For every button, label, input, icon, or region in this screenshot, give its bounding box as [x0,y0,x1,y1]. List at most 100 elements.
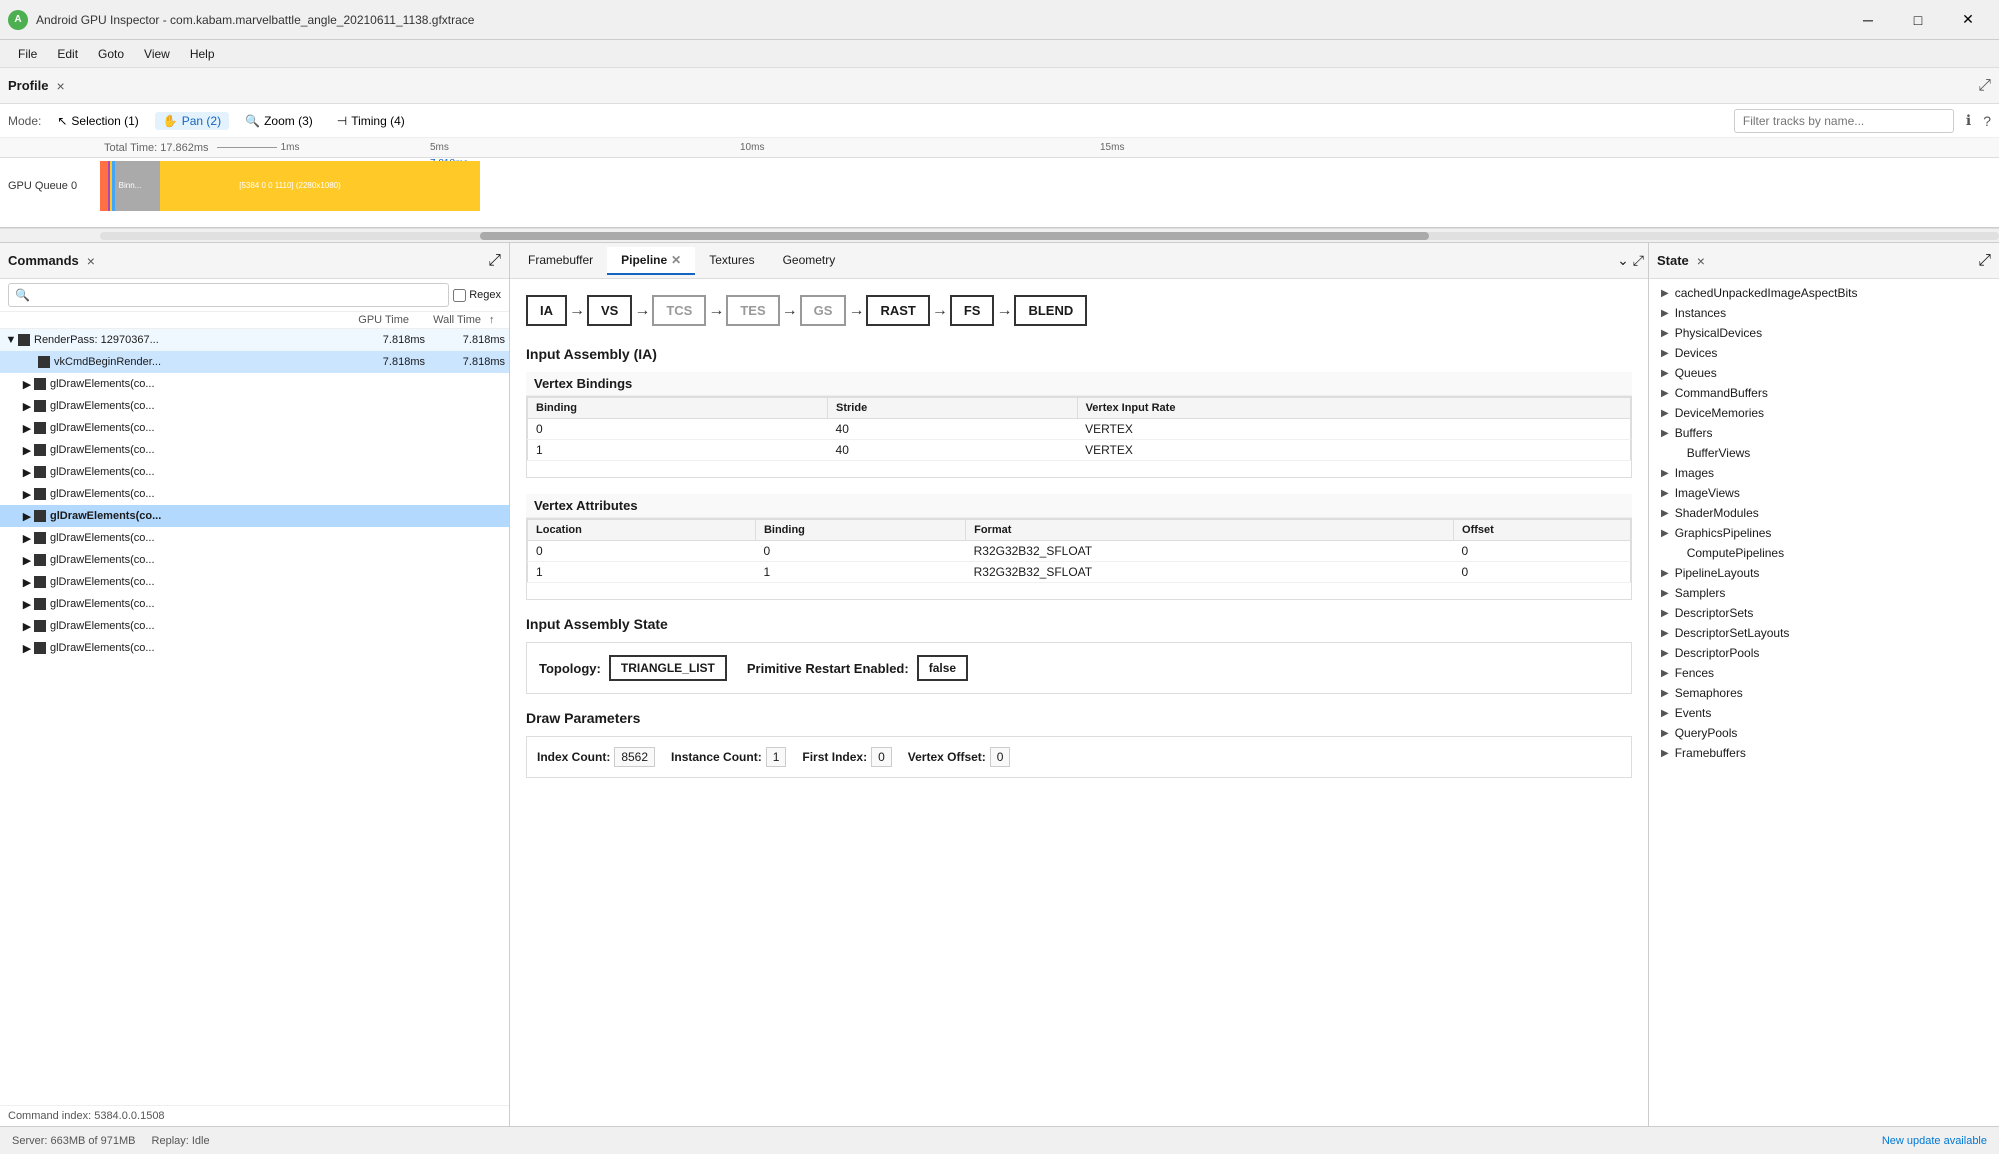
state-close-button[interactable]: × [1697,253,1705,269]
tabs-expand-button[interactable]: ⤢ [1633,252,1644,269]
tab-pipeline[interactable]: Pipeline ✕ [607,247,695,275]
help-button[interactable]: ? [1983,113,1991,129]
list-item[interactable]: ▶ glDrawElements(co... [0,461,509,483]
commands-search-input[interactable] [8,283,449,307]
list-item[interactable]: ▶ glDrawElements(co... [0,527,509,549]
state-item-images[interactable]: ▶ Images [1649,463,1999,483]
stage-fs[interactable]: FS [950,295,995,326]
expand-arrow-icon[interactable]: ▶ [20,400,34,413]
maximize-button[interactable]: □ [1895,4,1941,36]
state-item-descriptorpools[interactable]: ▶ DescriptorPools [1649,643,1999,663]
expand-arrow-icon[interactable]: ▶ [20,554,34,567]
list-item[interactable]: ▶ glDrawElements(co... [0,571,509,593]
state-item-framebuffers[interactable]: ▶ Framebuffers [1649,743,1999,763]
state-item-events[interactable]: ▶ Events [1649,703,1999,723]
regex-checkbox-label[interactable]: Regex [453,289,501,302]
expand-arrow-icon[interactable]: ▶ [20,422,34,435]
state-item-descriptorsets[interactable]: ▶ DescriptorSets [1649,603,1999,623]
vertex-bindings-scrollable[interactable]: Binding Stride Vertex Input Rate 0 40 [527,397,1631,477]
update-link[interactable]: New update available [1882,1135,1987,1147]
expand-arrow-icon[interactable]: ▶ [20,466,34,479]
state-expand-button[interactable]: ⤢ [1978,252,1991,270]
stage-blend[interactable]: BLEND [1014,295,1087,326]
menu-file[interactable]: File [8,45,47,63]
menu-view[interactable]: View [134,45,180,63]
state-item-fences[interactable]: ▶ Fences [1649,663,1999,683]
state-item-queues[interactable]: ▶ Queues [1649,363,1999,383]
list-item[interactable]: ▶ glDrawElements(co... [0,637,509,659]
info-button[interactable]: ℹ [1966,112,1971,129]
timing-mode-button[interactable]: ⊣ Timing (4) [329,112,413,130]
menu-goto[interactable]: Goto [88,45,134,63]
list-item[interactable]: ▶ glDrawElements(co... [0,417,509,439]
commands-expand-button[interactable]: ⤢ [488,252,501,270]
commands-list[interactable]: ▼ RenderPass: 12970367... 7.818ms 7.818m… [0,329,509,1105]
state-item-graphicspipelines[interactable]: ▶ GraphicsPipelines [1649,523,1999,543]
expand-arrow-icon[interactable]: ▶ [20,598,34,611]
sort-arrow-icon[interactable]: ↑ [489,314,501,326]
tab-geometry[interactable]: Geometry [769,247,850,275]
stage-ia[interactable]: IA [526,295,567,326]
commands-close-button[interactable]: × [87,253,95,269]
state-item-semaphores[interactable]: ▶ Semaphores [1649,683,1999,703]
list-item[interactable]: ▶ glDrawElements(co... [0,593,509,615]
vertex-attributes-scrollable[interactable]: Location Binding Format Offset 0 [527,519,1631,599]
state-item-devices[interactable]: ▶ Devices [1649,343,1999,363]
list-item[interactable]: ▼ RenderPass: 12970367... 7.818ms 7.818m… [0,329,509,351]
state-item-physicaldevices[interactable]: ▶ PhysicalDevices [1649,323,1999,343]
expand-arrow-icon[interactable]: ▶ [20,444,34,457]
stage-tcs[interactable]: TCS [652,295,706,326]
state-item-computepipelines[interactable]: ▶ ComputePipelines [1649,543,1999,563]
state-item-pipelinelayouts[interactable]: ▶ PipelineLayouts [1649,563,1999,583]
state-item-descriptorsetlayouts[interactable]: ▶ DescriptorSetLayouts [1649,623,1999,643]
stage-tes[interactable]: TES [726,295,779,326]
tab-textures[interactable]: Textures [695,247,768,275]
state-item-shadermodules[interactable]: ▶ ShaderModules [1649,503,1999,523]
close-button[interactable]: ✕ [1945,4,1991,36]
state-item-bufferviews[interactable]: ▶ BufferViews [1649,443,1999,463]
list-item[interactable]: ▶ glDrawElements(co... [0,439,509,461]
expand-arrow-icon[interactable]: ▶ [20,510,34,523]
tabs-more-button[interactable]: ⌄ [1617,252,1629,269]
state-item-querypools[interactable]: ▶ QueryPools [1649,723,1999,743]
list-item[interactable]: ▶ glDrawElements(co... [0,505,509,527]
list-item[interactable]: ▶ glDrawElements(co... [0,483,509,505]
state-item-imageviews[interactable]: ▶ ImageViews [1649,483,1999,503]
list-item[interactable]: ▶ glDrawElements(co... [0,395,509,417]
expand-arrow-icon[interactable]: ▶ [20,642,34,655]
menu-help[interactable]: Help [180,45,225,63]
stage-rast[interactable]: RAST [866,295,929,326]
expand-arrow-icon[interactable]: ▶ [20,576,34,589]
list-item[interactable]: ▶ glDrawElements(co... [0,549,509,571]
state-item-cachedunpacked[interactable]: ▶ cachedUnpackedImageAspectBits [1649,283,1999,303]
state-item-devicememories[interactable]: ▶ DeviceMemories [1649,403,1999,423]
regex-checkbox[interactable] [453,289,466,302]
zoom-mode-button[interactable]: 🔍 Zoom (3) [237,112,321,130]
tab-framebuffer[interactable]: Framebuffer [514,247,607,275]
state-item-commandbuffers[interactable]: ▶ CommandBuffers [1649,383,1999,403]
list-item[interactable]: ▶ glDrawElements(co... [0,615,509,637]
state-item-samplers[interactable]: ▶ Samplers [1649,583,1999,603]
expand-arrow-icon[interactable]: ▶ [20,620,34,633]
profile-expand-button[interactable]: ⤢ [1978,77,1991,95]
state-list[interactable]: ▶ cachedUnpackedImageAspectBits ▶ Instan… [1649,279,1999,1126]
stage-vs[interactable]: VS [587,295,632,326]
pipeline-tab-close-button[interactable]: ✕ [671,253,681,267]
menu-edit[interactable]: Edit [47,45,88,63]
profile-close-button[interactable]: × [56,78,64,94]
list-item[interactable]: ▶ glDrawElements(co... [0,373,509,395]
minimize-button[interactable]: ─ [1845,4,1891,36]
list-item[interactable]: ▶ vkCmdBeginRender... 7.818ms 7.818ms [0,351,509,373]
timeline-scrollbar[interactable] [0,228,1999,242]
expand-arrow-icon[interactable]: ▶ [20,378,34,391]
expand-arrow-icon[interactable]: ▶ [20,532,34,545]
filter-tracks-input[interactable] [1734,109,1954,133]
state-item-buffers[interactable]: ▶ Buffers [1649,423,1999,443]
expand-arrow-icon[interactable]: ▼ [4,334,18,346]
expand-arrow-icon[interactable]: ▶ [20,488,34,501]
pan-mode-button[interactable]: ✋ Pan (2) [155,112,229,130]
gpu-queue-tracks[interactable]: [5384 0... [5384 0 0 1110] (2280x1080) R… [100,161,1999,211]
stage-gs[interactable]: GS [800,295,847,326]
state-item-instances[interactable]: ▶ Instances [1649,303,1999,323]
selection-mode-button[interactable]: ↖ Selection (1) [49,112,146,130]
